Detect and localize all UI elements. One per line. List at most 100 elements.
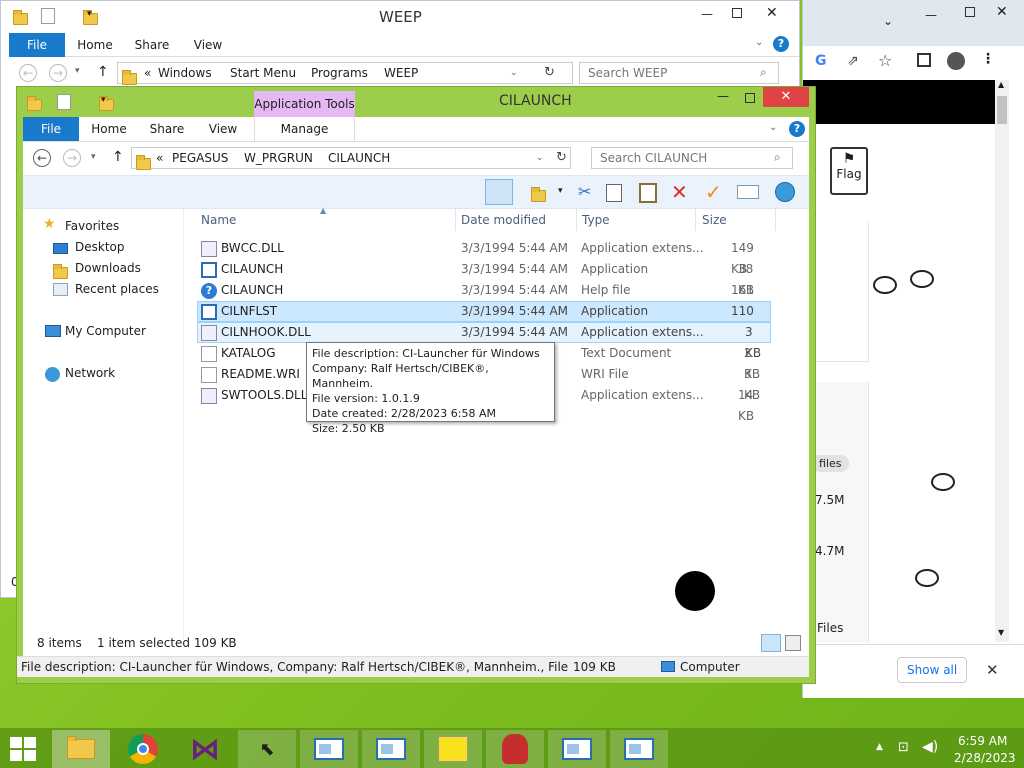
refresh-icon[interactable]: ↻ xyxy=(556,148,567,168)
google-icon[interactable]: G xyxy=(815,53,827,69)
delete-icon[interactable]: ✕ xyxy=(671,180,688,204)
help-icon[interactable]: ? xyxy=(789,121,805,137)
crumb-weep[interactable]: WEEP xyxy=(384,63,418,83)
nav-favorites[interactable]: Favorites xyxy=(65,219,119,233)
tab-share[interactable]: Share xyxy=(131,33,173,57)
globe-icon[interactable] xyxy=(775,182,795,202)
crumb-windows[interactable]: Windows xyxy=(158,63,212,83)
minimize-button[interactable]: — xyxy=(925,8,937,22)
crumb-pegasus[interactable]: PEGASUS xyxy=(172,148,228,168)
close-button[interactable]: ✕ xyxy=(763,87,809,107)
scroll-down-icon[interactable]: ▼ xyxy=(998,628,1004,637)
up-icon[interactable]: ↑ xyxy=(112,149,124,165)
forward-icon[interactable]: → xyxy=(49,64,67,82)
new-folder-icon[interactable] xyxy=(531,186,546,202)
dropdown-icon[interactable]: ▾ xyxy=(558,186,563,196)
properties-icon[interactable] xyxy=(737,185,759,199)
taskbar-app[interactable] xyxy=(610,730,668,768)
taskbar-file-explorer[interactable] xyxy=(52,730,110,768)
share-icon[interactable]: ⇗ xyxy=(847,53,859,69)
address-bar[interactable]: « PEGASUS W_PRGRUN CILAUNCH ⌄ ↻ xyxy=(131,147,571,170)
tab-home[interactable]: Home xyxy=(75,33,115,57)
download-bar-close-icon[interactable]: ✕ xyxy=(986,661,999,679)
column-name[interactable]: Name xyxy=(201,213,236,227)
menu-icon[interactable]: ⋮ xyxy=(981,51,995,67)
flag-button[interactable]: ⚑ Flag xyxy=(830,147,868,195)
taskbar-app[interactable] xyxy=(486,730,544,768)
tab-list-icon[interactable]: ⌄ xyxy=(883,14,893,28)
file-row-selected[interactable]: CILNFLST 3/3/1994 5:44 AM Application 11… xyxy=(197,301,771,339)
scroll-thumb[interactable] xyxy=(997,96,1007,124)
profile-icon[interactable] xyxy=(947,52,965,70)
taskbar-app[interactable] xyxy=(424,730,482,768)
browser-scrollbar[interactable]: ▲ ▼ xyxy=(995,80,1009,642)
taskbar-app[interactable]: ⬉ xyxy=(238,730,296,768)
weep-titlebar[interactable]: ▾ WEEP — ✕ xyxy=(1,1,799,31)
weep-address-bar[interactable]: « Windows Start Menu Programs WEEP ⌄ ↻ xyxy=(117,62,573,85)
tab-share[interactable]: Share xyxy=(146,117,188,141)
clock-date[interactable]: 2/28/2023 xyxy=(954,751,1016,765)
properties-icon[interactable] xyxy=(57,94,71,110)
rename-check-icon[interactable]: ✓ xyxy=(705,180,722,204)
taskbar-app[interactable] xyxy=(362,730,420,768)
side-panel-icon[interactable] xyxy=(917,53,931,67)
tab-home[interactable]: Home xyxy=(89,117,129,141)
properties-icon[interactable] xyxy=(41,8,55,24)
weep-search-box[interactable]: Search WEEP ⌕ xyxy=(579,62,779,84)
cut-icon[interactable]: ✂ xyxy=(578,182,591,201)
nav-recent-places[interactable]: Recent places xyxy=(75,282,159,296)
help-icon[interactable]: ? xyxy=(773,36,789,52)
tab-view[interactable]: View xyxy=(204,117,242,141)
maximize-button[interactable] xyxy=(732,8,742,18)
tab-file[interactable]: File xyxy=(23,117,79,141)
up-icon[interactable]: ↑ xyxy=(97,64,109,80)
minimize-button[interactable]: — xyxy=(717,89,729,103)
taskbar-app[interactable] xyxy=(548,730,606,768)
qat-dropdown-icon[interactable]: ▾ xyxy=(87,9,92,19)
search-box[interactable]: Search CILAUNCH ⌕ xyxy=(591,147,793,169)
start-button[interactable] xyxy=(0,730,46,768)
file-row[interactable]: BWCC.DLL 3/3/1994 5:44 AM Application ex… xyxy=(197,238,771,276)
details-view-icon[interactable] xyxy=(761,634,781,652)
files-chip[interactable]: files xyxy=(811,455,850,472)
file-row[interactable]: ? CILAUNCH 3/3/1994 5:44 AM Help file 16… xyxy=(197,280,771,318)
nav-desktop[interactable]: Desktop xyxy=(75,240,125,254)
taskbar-chrome[interactable] xyxy=(114,730,172,768)
column-date-modified[interactable]: Date modified xyxy=(461,213,546,227)
file-row-selected[interactable]: CILNHOOK.DLL 3/3/1994 5:44 AM Applicatio… xyxy=(197,322,771,360)
clock-time[interactable]: 6:59 AM xyxy=(958,734,1007,748)
tab-view[interactable]: View xyxy=(189,33,227,57)
file-row[interactable]: CILAUNCH 3/3/1994 5:44 AM Application 38… xyxy=(197,259,771,297)
taskbar-app[interactable] xyxy=(300,730,358,768)
crumb-programs[interactable]: Programs xyxy=(311,63,368,83)
close-button[interactable]: ✕ xyxy=(996,4,1008,20)
show-hidden-icons-icon[interactable]: ▲ xyxy=(876,742,883,752)
address-dropdown-icon[interactable]: ⌄ xyxy=(510,63,518,83)
back-icon[interactable]: ← xyxy=(33,149,51,167)
refresh-icon[interactable]: ↻ xyxy=(544,63,555,83)
recent-dropdown-icon[interactable]: ▾ xyxy=(91,152,96,162)
network-tray-icon[interactable]: ⊡ xyxy=(898,740,909,755)
maximize-button[interactable] xyxy=(965,7,975,17)
column-size[interactable]: Size xyxy=(702,213,727,227)
nav-my-computer[interactable]: My Computer xyxy=(65,324,146,338)
copy-icon[interactable] xyxy=(606,184,622,202)
large-icons-view-icon[interactable] xyxy=(785,635,801,651)
ribbon-expand-icon[interactable]: ⌄ xyxy=(769,122,777,133)
minimize-button[interactable]: — xyxy=(701,7,713,21)
nav-network[interactable]: Network xyxy=(65,366,115,380)
nav-downloads[interactable]: Downloads xyxy=(75,261,141,275)
recent-dropdown-icon[interactable]: ▾ xyxy=(75,66,80,76)
ribbon-expand-icon[interactable]: ⌄ xyxy=(755,37,763,48)
crumb-w-prgrun[interactable]: W_PRGRUN xyxy=(244,148,313,168)
forward-icon[interactable]: → xyxy=(63,149,81,167)
taskbar-visual-studio[interactable]: ⋈ xyxy=(176,730,234,768)
back-icon[interactable]: ← xyxy=(19,64,37,82)
tab-file[interactable]: File xyxy=(9,33,65,57)
scroll-up-icon[interactable]: ▲ xyxy=(998,80,1004,89)
column-type[interactable]: Type xyxy=(582,213,610,227)
maximize-button[interactable] xyxy=(745,93,755,103)
bookmark-star-icon[interactable]: ☆ xyxy=(878,51,892,70)
qat-dropdown-icon[interactable]: ▾ xyxy=(101,95,106,105)
crumb-cilaunch[interactable]: CILAUNCH xyxy=(328,148,390,168)
